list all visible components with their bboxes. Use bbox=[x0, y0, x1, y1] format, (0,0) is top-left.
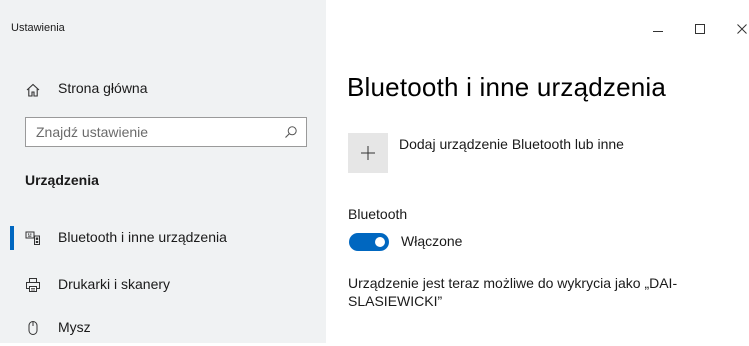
sidebar-item-label: Strona główna bbox=[58, 80, 148, 96]
toggle-knob bbox=[375, 237, 385, 247]
printer-icon bbox=[25, 277, 41, 293]
sidebar-item-printers[interactable]: Drukarki i skanery bbox=[0, 267, 326, 303]
sidebar-item-bluetooth[interactable]: Bluetooth i inne urządzenia bbox=[0, 220, 326, 256]
search-input[interactable] bbox=[26, 118, 276, 146]
search-box[interactable] bbox=[25, 117, 307, 147]
sidebar-item-label: Drukarki i skanery bbox=[58, 276, 171, 292]
sidebar-item-label: Mysz bbox=[58, 319, 91, 335]
home-icon bbox=[25, 82, 41, 98]
bluetooth-heading: Bluetooth bbox=[348, 206, 408, 222]
close-icon[interactable] bbox=[735, 22, 749, 36]
sidebar-item-label: Bluetooth i inne urządzenia bbox=[58, 229, 227, 245]
mouse-icon bbox=[25, 320, 41, 336]
discoverable-text: Urządzenie jest teraz możliwe do wykryci… bbox=[348, 275, 678, 309]
window-title: Ustawienia bbox=[11, 22, 65, 34]
section-title: Urządzenia bbox=[25, 172, 99, 188]
add-device-button[interactable] bbox=[348, 133, 388, 173]
plus-icon bbox=[361, 146, 375, 160]
sidebar-item-home[interactable]: Strona główna bbox=[0, 73, 326, 105]
sidebar-item-mouse[interactable]: Mysz bbox=[0, 310, 326, 346]
toggle-state-label: Włączone bbox=[401, 233, 463, 249]
page-title: Bluetooth i inne urządzenia bbox=[347, 72, 667, 102]
selected-indicator bbox=[10, 226, 14, 250]
add-device-label[interactable]: Dodaj urządzenie Bluetooth lub inne bbox=[399, 136, 624, 152]
minimize-icon[interactable] bbox=[651, 22, 665, 36]
sidebar: Ustawienia Strona główna Urządzenia bbox=[0, 0, 326, 343]
maximize-icon[interactable] bbox=[693, 22, 707, 36]
bluetooth-toggle[interactable] bbox=[349, 233, 389, 251]
bluetooth-devices-icon bbox=[25, 230, 41, 246]
search-icon[interactable] bbox=[284, 125, 298, 139]
